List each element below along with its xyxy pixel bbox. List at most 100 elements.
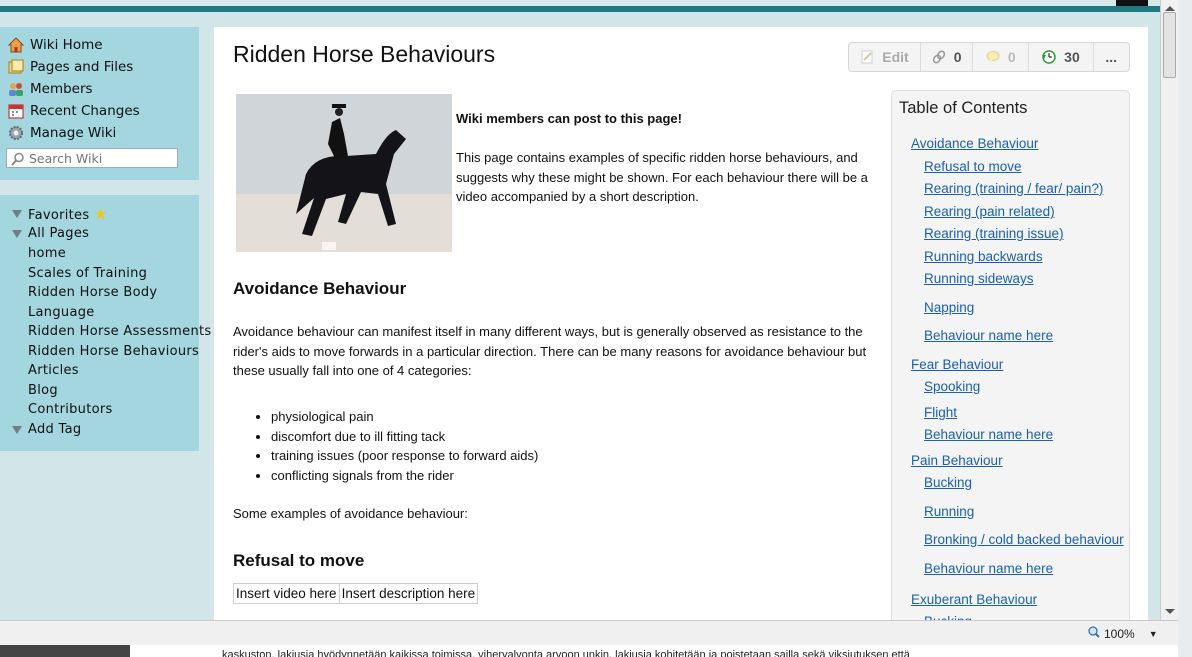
favorites-item[interactable]: Favorites ★ (28, 205, 108, 223)
examples-text: Some examples of avoidance behaviour: (233, 506, 468, 521)
toc-link[interactable]: Pain Behaviour (911, 453, 1003, 468)
scroll-thumb[interactable] (1163, 12, 1176, 78)
sidebar-item-recent-changes[interactable]: Recent Changes (8, 100, 140, 122)
description-cell: Insert description here (338, 583, 479, 604)
gear-icon (8, 125, 24, 141)
browser-top-strip (0, 0, 1160, 12)
sidebar-item-wiki-home[interactable]: Wiki Home (7, 34, 103, 56)
toc-link[interactable]: Behaviour name here (924, 328, 1053, 343)
calendar-icon (8, 103, 24, 119)
toc-link[interactable]: Running backwards (924, 249, 1043, 264)
toc-link[interactable]: Rearing (training / fear/ pain?) (924, 181, 1103, 196)
toc-link[interactable]: Rearing (pain related) (924, 204, 1055, 219)
favorites-label: Favorites (28, 208, 90, 223)
edit-icon (860, 50, 874, 64)
main-content: Ridden Horse Behaviours Edit 0 0 30 ... … (214, 27, 1148, 630)
toc-link[interactable]: Behaviour name here (924, 561, 1053, 576)
page-link-contributors[interactable]: Contributors (28, 401, 113, 419)
background-text: kaskuston, lakiusia hyödynnetään kaikiss… (222, 649, 910, 657)
taskbar-fragment (0, 645, 130, 657)
intro-text: This page contains examples of specific … (456, 150, 868, 204)
zoom-icon (1088, 626, 1100, 641)
page-title: Ridden Horse Behaviours (233, 41, 496, 67)
scroll-up-icon[interactable] (1165, 6, 1175, 11)
zoom-control[interactable]: 100% ▼ (1088, 626, 1158, 641)
toc-link[interactable]: Fear Behaviour (911, 357, 1003, 372)
status-bar: 100% ▼ (0, 620, 1178, 646)
comments-count: 0 (1007, 49, 1016, 65)
members-icon (8, 81, 24, 97)
links-count: 0 (953, 49, 962, 65)
toc-link[interactable]: Refusal to move (924, 159, 1022, 174)
sidebar-pages-panel: Favorites ★ All Pages home Scales of Tra… (0, 195, 211, 451)
toc-link[interactable]: Bronking / cold backed behaviour (924, 532, 1124, 547)
vertical-scrollbar[interactable] (1160, 0, 1179, 620)
expand-triangle-icon[interactable] (12, 210, 22, 218)
toc-link[interactable]: Flight (924, 405, 957, 420)
folder-icon (8, 59, 24, 75)
sidebar-item-label: Pages and Files (30, 59, 134, 75)
page-link-blog[interactable]: Blog (28, 382, 58, 400)
page-link-articles[interactable]: Articles (28, 362, 79, 380)
sidebar-main-panel: Wiki Home Pages and Files Members Recent… (0, 27, 199, 180)
comment-icon (986, 50, 1000, 64)
page-toolbar: Edit 0 0 30 ... (848, 42, 1130, 72)
subsection-heading-refusal: Refusal to move (233, 551, 365, 570)
revisions-button[interactable]: 30 (1029, 43, 1094, 71)
toc-link[interactable]: Behaviour name here (924, 427, 1053, 442)
all-pages-item[interactable]: All Pages (28, 225, 89, 243)
history-icon (1042, 50, 1056, 64)
horse-photo (236, 94, 452, 252)
list-item: training issues (poor response to forwar… (271, 446, 538, 466)
sidebar-item-label: Wiki Home (30, 37, 103, 53)
categories-list: physiological pain discomfort due to ill… (233, 407, 538, 485)
window-right-edge (1178, 0, 1192, 657)
sidebar-item-members[interactable]: Members (8, 78, 93, 100)
links-button[interactable]: 0 (921, 43, 974, 71)
table-of-contents: Table of Contents Avoidance Behaviour Re… (891, 90, 1130, 630)
scroll-down-icon[interactable] (1165, 609, 1175, 614)
page-link-home[interactable]: home (28, 245, 66, 263)
sidebar-item-label: Recent Changes (30, 103, 140, 119)
sidebar-item-label: Manage Wiki (30, 125, 117, 141)
toc-link[interactable]: Spooking (924, 379, 980, 394)
edit-button[interactable]: Edit (849, 43, 921, 71)
intro-bold-text: Wiki members can post to this page! (456, 111, 682, 126)
expand-triangle-icon[interactable] (12, 230, 22, 238)
house-icon (7, 37, 25, 53)
video-table: Insert video here Insert description her… (233, 583, 479, 604)
edit-label: Edit (882, 49, 909, 65)
toc-link[interactable]: Running (924, 504, 974, 519)
table-row: Insert video here Insert description her… (233, 583, 479, 604)
add-tag-item[interactable]: Add Tag (28, 421, 81, 439)
more-button[interactable]: ... (1094, 43, 1129, 71)
zoom-level: 100% (1104, 626, 1135, 641)
list-item: conflicting signals from the rider (271, 466, 538, 486)
toc-title: Table of Contents (899, 99, 1028, 117)
sidebar-item-label: Members (30, 81, 93, 97)
page-link-ridden-horse-assessments[interactable]: Ridden Horse Assessments (28, 323, 211, 341)
chevron-down-icon[interactable]: ▼ (1149, 629, 1158, 639)
revisions-count: 30 (1064, 49, 1080, 65)
expand-triangle-icon[interactable] (12, 426, 22, 434)
page-link-ridden-horse-body[interactable]: Ridden Horse Body (28, 284, 157, 302)
sidebar-item-manage-wiki[interactable]: Manage Wiki (8, 122, 116, 144)
comments-button[interactable]: 0 (973, 43, 1030, 71)
search-input[interactable] (25, 150, 174, 166)
page-link-scales-of-training[interactable]: Scales of Training (28, 265, 147, 283)
search-box[interactable] (6, 148, 178, 168)
page-link-language[interactable]: Language (28, 304, 95, 322)
link-icon (932, 50, 946, 64)
toc-link[interactable]: Rearing (training issue) (924, 226, 1064, 241)
toc-link[interactable]: Avoidance Behaviour (911, 136, 1038, 151)
toc-link[interactable]: Running sideways (924, 271, 1034, 286)
page-link-ridden-horse-behaviours[interactable]: Ridden Horse Behaviours (28, 343, 199, 361)
toc-link[interactable]: Exuberant Behaviour (911, 592, 1037, 607)
search-icon (11, 151, 25, 166)
toc-link[interactable]: Bucking (924, 475, 972, 490)
sidebar-item-pages-and-files[interactable]: Pages and Files (8, 56, 133, 78)
video-cell: Insert video here (233, 583, 340, 604)
toc-link[interactable]: Napping (924, 300, 974, 315)
background-window-strip: kaskuston, lakiusia hyödynnetään kaikiss… (0, 645, 1178, 657)
window-edge (1116, 0, 1148, 6)
